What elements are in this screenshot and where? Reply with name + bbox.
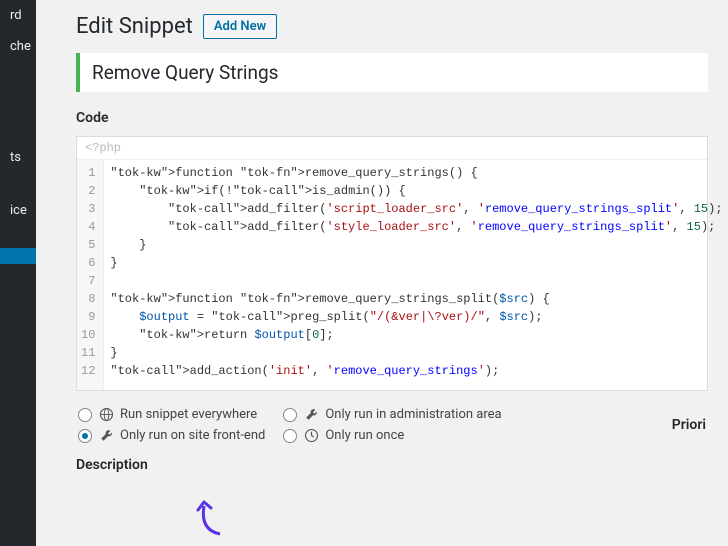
sidebar-item[interactable]: rd bbox=[0, 0, 36, 31]
priority-label: Priori bbox=[672, 417, 706, 433]
sidebar-item[interactable]: ts bbox=[0, 142, 36, 173]
admin-sidebar: rd che ts ice bbox=[0, 0, 36, 546]
scope-everywhere[interactable]: Run snippet everywhere bbox=[78, 407, 265, 422]
scope-label: Run snippet everywhere bbox=[120, 407, 257, 422]
sidebar-item[interactable]: ice bbox=[0, 195, 36, 226]
radio-once[interactable] bbox=[283, 429, 297, 443]
scope-label: Only run on site front-end bbox=[120, 428, 265, 443]
scope-once[interactable]: Only run once bbox=[283, 428, 501, 443]
globe-icon bbox=[98, 407, 114, 422]
code-label: Code bbox=[76, 110, 708, 126]
sidebar-item-active[interactable] bbox=[0, 248, 36, 264]
scope-options: Run snippet everywhere Only run on site … bbox=[76, 391, 708, 447]
line-gutter: 123456789101112 bbox=[77, 160, 104, 390]
code-editor[interactable]: <?php 123456789101112 "tok-kw">function … bbox=[76, 136, 708, 391]
description-label: Description bbox=[76, 457, 708, 473]
code-prefix: <?php bbox=[77, 137, 707, 160]
snippet-title-input[interactable]: Remove Query Strings bbox=[76, 53, 708, 92]
clock-icon bbox=[303, 428, 319, 443]
page-title: Edit Snippet bbox=[76, 14, 193, 39]
heading-row: Edit Snippet Add New bbox=[76, 10, 708, 53]
wrench-icon bbox=[303, 407, 319, 422]
scope-admin[interactable]: Only run in administration area bbox=[283, 407, 501, 422]
radio-admin[interactable] bbox=[283, 408, 297, 422]
sidebar-item[interactable]: che bbox=[0, 31, 36, 62]
code-lines[interactable]: "tok-kw">function "tok-fn">remove_query_… bbox=[104, 160, 728, 390]
scope-frontend[interactable]: Only run on site front-end bbox=[78, 428, 265, 443]
radio-frontend[interactable] bbox=[78, 429, 92, 443]
main-content: Edit Snippet Add New Remove Query String… bbox=[36, 0, 728, 473]
annotation-arrow-icon bbox=[190, 500, 230, 540]
scope-label: Only run once bbox=[325, 428, 404, 443]
radio-everywhere[interactable] bbox=[78, 408, 92, 422]
wrench-icon bbox=[98, 428, 114, 443]
scope-label: Only run in administration area bbox=[325, 407, 501, 422]
add-new-button[interactable]: Add New bbox=[203, 14, 277, 39]
